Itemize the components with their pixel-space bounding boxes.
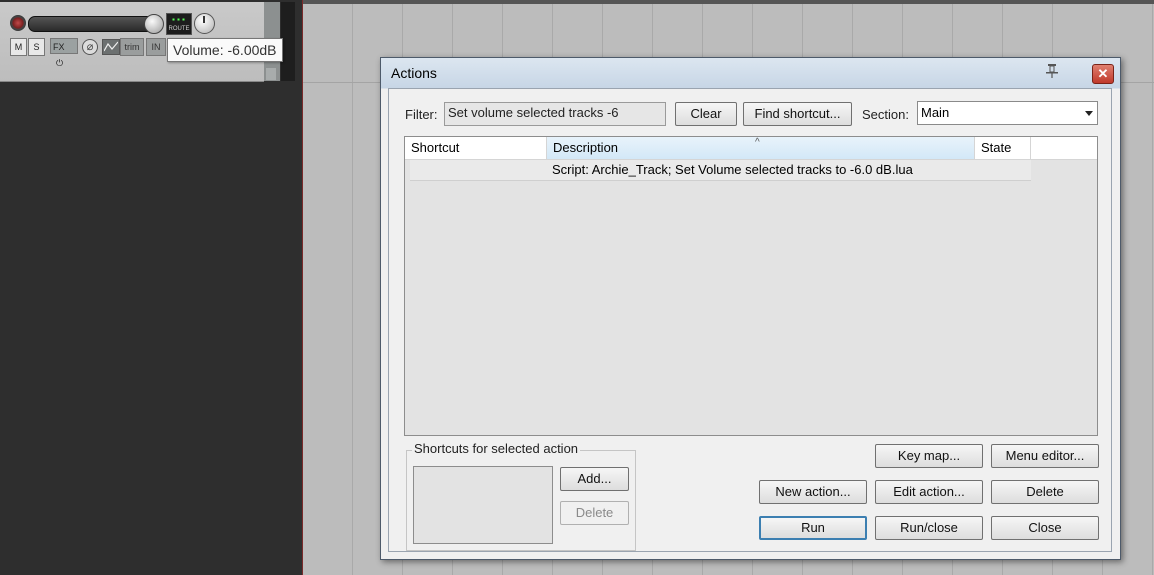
input-button[interactable]: IN [146, 38, 166, 56]
section-label: Section: [862, 107, 909, 122]
shortcuts-groupbox: Shortcuts for selected action Add... Del… [406, 441, 636, 551]
record-arm-button[interactable] [10, 15, 26, 31]
sort-ascending-icon: ^ [755, 137, 760, 148]
fx-bypass-icon[interactable]: ⏻ [56, 58, 63, 68]
track-folder-icon[interactable] [266, 68, 276, 80]
pin-icon[interactable] [1045, 63, 1059, 79]
dialog-client-area: Filter: Set volume selected tracks -6 Cl… [388, 88, 1112, 552]
volume-slider-handle[interactable] [144, 14, 164, 34]
fx-label: FX [53, 42, 65, 52]
pan-knob[interactable] [194, 13, 215, 34]
close-button[interactable]: Close [991, 516, 1099, 540]
row-description-cell: Script: Archie_Track; Set Volume selecte… [552, 162, 913, 177]
column-header-description[interactable]: Description ^ [547, 137, 975, 159]
find-shortcut-button[interactable]: Find shortcut... [743, 102, 852, 126]
dialog-title: Actions [391, 65, 437, 81]
actions-list[interactable]: Shortcut Description ^ State Script: Arc… [404, 136, 1098, 436]
add-shortcut-button[interactable]: Add... [560, 467, 629, 491]
volume-slider[interactable] [28, 16, 162, 32]
solo-button[interactable]: S [28, 38, 45, 56]
column-header-shortcut[interactable]: Shortcut [405, 137, 547, 159]
route-button[interactable]: ROUTE [166, 13, 192, 35]
filter-input[interactable]: Set volume selected tracks -6 [444, 102, 666, 126]
delete-shortcut-button[interactable]: Delete [560, 501, 629, 525]
column-header-state[interactable]: State [975, 137, 1031, 159]
mute-button[interactable]: M [10, 38, 27, 56]
shortcuts-groupbox-title: Shortcuts for selected action [412, 441, 581, 456]
run-close-button[interactable]: Run/close [875, 516, 983, 540]
delete-action-button[interactable]: Delete [991, 480, 1099, 504]
column-header-description-label: Description [553, 140, 619, 155]
filter-label: Filter: [405, 107, 438, 122]
actions-dialog: Actions ✕ Filter: Set volume selected tr… [380, 57, 1121, 560]
shortcut-list[interactable] [413, 466, 553, 544]
row-shortcut-cell [412, 160, 542, 180]
chevron-down-icon [1085, 111, 1093, 116]
ruler-strip [303, 0, 1154, 4]
trim-mode-button[interactable]: trim [120, 38, 144, 56]
envelope-icon[interactable] [102, 39, 120, 55]
run-button[interactable]: Run [759, 516, 867, 540]
table-row[interactable]: Script: Archie_Track; Set Volume selecte… [410, 160, 1031, 181]
clear-button[interactable]: Clear [675, 102, 737, 126]
list-header: Shortcut Description ^ State [405, 137, 1097, 160]
section-dropdown-value: Main [921, 105, 950, 120]
new-action-button[interactable]: New action... [759, 480, 867, 504]
menu-editor-button[interactable]: Menu editor... [991, 444, 1099, 468]
track-control-panel-area: ROUTE M S FX ⏻ ⌀ trim IN Volume: -6.00dB [0, 0, 295, 575]
fx-button[interactable]: FX ⏻ [50, 38, 78, 68]
volume-tooltip: Volume: -6.00dB [167, 38, 283, 62]
section-dropdown[interactable]: Main [917, 101, 1098, 125]
row-state-cell [982, 160, 1032, 180]
close-window-button[interactable]: ✕ [1092, 64, 1114, 84]
phase-invert-icon[interactable]: ⌀ [82, 39, 98, 55]
track-panel-scrollbar[interactable] [281, 2, 295, 81]
edit-action-button[interactable]: Edit action... [875, 480, 983, 504]
key-map-button[interactable]: Key map... [875, 444, 983, 468]
